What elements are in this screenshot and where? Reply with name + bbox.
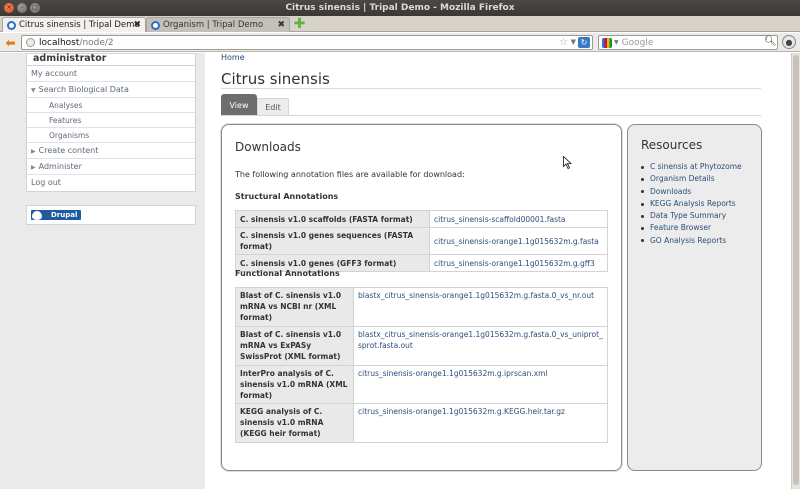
resource-link-go-reports[interactable]: GO Analysis Reports bbox=[641, 235, 742, 247]
resource-link-phytozome[interactable]: C sinensis at Phytozome bbox=[641, 161, 742, 173]
table-row: InterPro analysis of C. sinensis v1.0 mR… bbox=[235, 365, 608, 404]
breadcrumb-home[interactable]: Home bbox=[221, 53, 245, 62]
table-row: Blast of C. sinensis v1.0 mRNA vs ExPASy… bbox=[235, 326, 608, 366]
drupal-drop-icon bbox=[32, 210, 42, 220]
search-magnifier-icon[interactable]: 🔍︎ bbox=[764, 36, 777, 47]
file-link[interactable]: citrus_sinensis-orange1.1g015632m.g.gff3 bbox=[429, 254, 608, 272]
downloads-panel: Downloads The following annotation files… bbox=[221, 124, 622, 471]
bullet-icon bbox=[641, 202, 644, 206]
browser-tab-label: Citrus sinensis | Tripal Demo bbox=[19, 20, 140, 30]
tab-view[interactable]: View bbox=[221, 94, 257, 116]
user-block-title: administrator bbox=[27, 54, 195, 66]
drupal-label: Drupal bbox=[51, 211, 78, 219]
sidebar-item-analyses[interactable]: Analyses bbox=[27, 98, 195, 113]
bullet-icon bbox=[641, 227, 644, 231]
collapsed-triangle-icon: ▶ bbox=[31, 148, 36, 155]
file-description: Blast of C. sinensis v1.0 mRNA vs ExPASy… bbox=[235, 326, 354, 366]
url-text: localhost/node/2 bbox=[39, 37, 114, 48]
browser-tab-organism[interactable]: Organism | Tripal Demo ✖ bbox=[146, 17, 290, 32]
tab-close-icon[interactable]: ✖ bbox=[277, 20, 285, 30]
file-link[interactable]: citrus_sinensis-orange1.1g015632m.g.fast… bbox=[429, 227, 608, 255]
structural-annotations-table: C. sinensis v1.0 scaffolds (FASTA format… bbox=[235, 210, 608, 272]
search-engine-dropdown-icon[interactable]: ▼ bbox=[614, 39, 619, 46]
powered-by-block: Drupal bbox=[26, 205, 196, 225]
mouse-pointer-icon bbox=[563, 156, 572, 169]
window-titlebar: × – □ Citrus sinensis | Tripal Demo - Mo… bbox=[0, 0, 800, 16]
url-history-dropdown-icon[interactable]: ▼ bbox=[571, 38, 576, 46]
resource-link-data-type-summary[interactable]: Data Type Summary bbox=[641, 210, 742, 222]
search-bar[interactable]: ▼ Google bbox=[598, 35, 778, 50]
table-row: KEGG analysis of C. sinensis v1.0 mRNA (… bbox=[235, 403, 608, 443]
window-title: Citrus sinensis | Tripal Demo - Mozilla … bbox=[285, 3, 515, 13]
file-description: C. sinensis v1.0 scaffolds (FASTA format… bbox=[235, 210, 430, 228]
downloads-title: Downloads bbox=[235, 140, 301, 154]
scrollbar-thumb[interactable] bbox=[793, 55, 799, 485]
table-row: Blast of C. sinensis v1.0 mRNA vs NCBI n… bbox=[235, 287, 608, 327]
new-tab-plus-icon[interactable]: ✚ bbox=[293, 17, 306, 31]
title-divider bbox=[221, 88, 761, 89]
functional-annotations-heading: Functional Annotations bbox=[235, 269, 340, 278]
downloads-intro: The following annotation files are avail… bbox=[235, 170, 465, 179]
functional-annotations-table: Blast of C. sinensis v1.0 mRNA vs NCBI n… bbox=[235, 287, 608, 443]
bullet-icon bbox=[641, 177, 644, 181]
browser-menu-icon[interactable]: ● bbox=[782, 35, 796, 49]
resources-list: C sinensis at Phytozome Organism Details… bbox=[641, 161, 742, 247]
page-title: Citrus sinensis bbox=[221, 70, 330, 88]
google-engine-icon[interactable] bbox=[602, 37, 612, 48]
resource-link-organism-details[interactable]: Organism Details bbox=[641, 173, 742, 185]
table-row: C. sinensis v1.0 scaffolds (FASTA format… bbox=[235, 210, 608, 228]
browser-tab-citrus[interactable]: Citrus sinensis | Tripal Demo ✖ bbox=[2, 17, 146, 32]
drupal-badge[interactable]: Drupal bbox=[31, 210, 81, 220]
file-link[interactable]: citrus_sinensis-orange1.1g015632m.g.iprs… bbox=[353, 365, 608, 404]
page-scrollbar[interactable] bbox=[791, 53, 800, 489]
sidebar-item-organisms[interactable]: Organisms bbox=[27, 128, 195, 143]
resource-link-kegg-reports[interactable]: KEGG Analysis Reports bbox=[641, 198, 742, 210]
file-link[interactable]: citrus_sinensis-orange1.1g015632m.g.KEGG… bbox=[353, 403, 608, 443]
file-description: InterPro analysis of C. sinensis v1.0 mR… bbox=[235, 365, 354, 404]
resources-panel: Resources C sinensis at Phytozome Organi… bbox=[627, 124, 762, 471]
navigation-toolbar: ⬅ localhost/node/2 ☆ ▼ ↻ ▼ Google bbox=[0, 33, 800, 52]
file-link[interactable]: citrus_sinensis-scaffold00001.fasta bbox=[429, 210, 608, 228]
tab-close-icon[interactable]: ✖ bbox=[133, 20, 141, 30]
tabs-divider bbox=[221, 115, 761, 116]
user-menu-block: administrator My account ▼ Search Biologi… bbox=[26, 53, 196, 192]
resources-title: Resources bbox=[641, 138, 703, 152]
browser-tab-strip: Citrus sinensis | Tripal Demo ✖ Organism… bbox=[0, 16, 800, 32]
resource-link-feature-browser[interactable]: Feature Browser bbox=[641, 222, 742, 234]
tab-edit[interactable]: Edit bbox=[257, 98, 289, 116]
collapsed-triangle-icon: ▶ bbox=[31, 164, 36, 171]
sidebar-item-search-biological-data[interactable]: ▼ Search Biological Data bbox=[27, 82, 195, 98]
bullet-icon bbox=[641, 214, 644, 218]
left-sidebar-column: administrator My account ▼ Search Biologi… bbox=[0, 53, 205, 489]
file-description: Blast of C. sinensis v1.0 mRNA vs NCBI n… bbox=[235, 287, 354, 327]
bullet-icon bbox=[641, 190, 644, 194]
bullet-icon bbox=[641, 239, 644, 243]
resource-link-downloads[interactable]: Downloads bbox=[641, 186, 742, 198]
search-placeholder: Google bbox=[621, 37, 654, 48]
reload-icon[interactable]: ↻ bbox=[578, 37, 590, 48]
web-page: administrator My account ▼ Search Biologi… bbox=[0, 53, 800, 489]
file-description: C. sinensis v1.0 genes sequences (FASTA … bbox=[235, 227, 430, 255]
tab-favicon-icon bbox=[151, 20, 160, 30]
bullet-icon bbox=[641, 165, 644, 169]
expanded-triangle-icon: ▼ bbox=[31, 87, 36, 94]
browser-tab-label: Organism | Tripal Demo bbox=[163, 20, 264, 30]
file-link[interactable]: blastx_citrus_sinensis-orange1.1g015632m… bbox=[353, 326, 608, 366]
file-link[interactable]: blastx_citrus_sinensis-orange1.1g015632m… bbox=[353, 287, 608, 327]
sidebar-item-my-account[interactable]: My account bbox=[27, 66, 195, 82]
bookmark-star-icon[interactable]: ☆ bbox=[559, 37, 568, 48]
url-bar[interactable]: localhost/node/2 ☆ ▼ ↻ bbox=[21, 35, 593, 50]
sidebar-item-create-content[interactable]: ▶ Create content bbox=[27, 143, 195, 159]
file-description: KEGG analysis of C. sinensis v1.0 mRNA (… bbox=[235, 403, 354, 443]
table-row: C. sinensis v1.0 genes sequences (FASTA … bbox=[235, 227, 608, 255]
tab-favicon-icon bbox=[7, 20, 16, 30]
sidebar-item-features[interactable]: Features bbox=[27, 113, 195, 128]
site-identity-icon[interactable] bbox=[26, 38, 35, 47]
structural-annotations-heading: Structural Annotations bbox=[235, 192, 339, 201]
back-arrow-icon[interactable]: ⬅ bbox=[3, 35, 18, 50]
sidebar-item-administer[interactable]: ▶ Administer bbox=[27, 159, 195, 175]
sidebar-item-log-out[interactable]: Log out bbox=[27, 175, 195, 191]
